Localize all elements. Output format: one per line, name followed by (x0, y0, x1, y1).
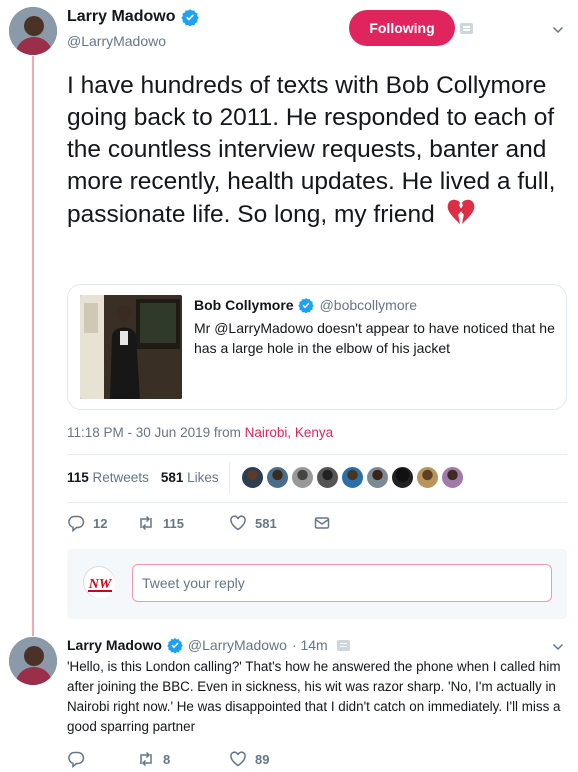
reply-input[interactable]: Tweet your reply (132, 564, 552, 602)
liker-avatar[interactable] (441, 466, 464, 489)
reply-button[interactable]: 12 (67, 514, 137, 532)
retweet-count: 115 (163, 515, 184, 531)
chevron-down-icon[interactable] (552, 641, 564, 653)
quoted-tweet-card[interactable]: Bob Collymore @bobcollymore Mr @LarryMad… (67, 284, 567, 410)
reply-author-handle[interactable]: @LarryMadowo (188, 637, 287, 653)
broken-heart-icon (447, 199, 474, 225)
liker-avatars (241, 466, 464, 489)
tweet-stats: 115 Retweets 581 Likes (67, 470, 219, 485)
retweets-count: 115 (67, 470, 89, 485)
avatar-initials: NW (88, 577, 113, 592)
tweet-timestamp: 11:18 PM - 30 Jun 2019 from Nairobi, Ken… (67, 425, 333, 440)
chevron-down-icon[interactable] (552, 24, 564, 36)
liker-avatar[interactable] (241, 466, 264, 489)
quoted-tweet-photo[interactable] (80, 295, 182, 399)
like-button[interactable]: 89 (229, 750, 313, 768)
liker-avatar[interactable] (291, 466, 314, 489)
following-button[interactable]: Following (349, 10, 455, 46)
reply-actions: 8 89 (67, 750, 313, 768)
message-icon[interactable] (460, 23, 473, 34)
retweets-label: Retweets (92, 470, 149, 485)
likes-count: 581 (160, 470, 184, 485)
likes-label: Likes (187, 470, 219, 485)
reply-author-avatar[interactable] (9, 637, 57, 685)
liker-avatar[interactable] (391, 466, 414, 489)
message-icon[interactable] (336, 639, 350, 651)
tweet-body: I have hundreds of texts with Bob Collym… (67, 72, 556, 228)
quoted-tweet-text: Mr @LarryMadowo doesn't appear to have n… (194, 320, 555, 356)
reply-time[interactable]: · 14m (292, 637, 328, 653)
reply-author-name[interactable]: Larry Madowo (67, 637, 162, 653)
verified-badge-icon (297, 298, 314, 313)
divider (67, 502, 567, 503)
verified-badge-icon (167, 638, 183, 653)
heart-icon (230, 515, 246, 531)
retweet-button[interactable]: 8 (137, 750, 229, 768)
reply-icon (68, 515, 85, 532)
like-count: 89 (255, 751, 270, 767)
reply-count: 12 (93, 515, 108, 531)
author-handle[interactable]: @LarryMadowo (67, 33, 166, 49)
stats-separator (229, 462, 230, 494)
like-button[interactable]: 581 (229, 514, 313, 532)
reply-text: 'Hello, is this London calling?' That's … (67, 659, 561, 734)
retweet-icon (140, 515, 152, 531)
timestamp-text: 11:18 PM - 30 Jun 2019 from (67, 425, 245, 440)
retweet-button[interactable]: 115 (137, 514, 229, 532)
liker-avatar[interactable] (366, 466, 389, 489)
retweets-stat[interactable]: 115 Retweets (67, 470, 149, 485)
retweet-icon (140, 751, 152, 767)
retweet-count: 8 (163, 751, 171, 767)
reply-icon (68, 751, 85, 768)
liker-avatar[interactable] (266, 466, 289, 489)
like-count: 581 (255, 515, 277, 531)
verified-badge-icon (181, 9, 200, 26)
quoted-author-name[interactable]: Bob Collymore (194, 297, 294, 313)
author-avatar[interactable] (9, 7, 57, 55)
liker-avatar[interactable] (316, 466, 339, 489)
heart-icon (230, 751, 246, 767)
envelope-icon (314, 517, 330, 529)
liker-avatar[interactable] (341, 466, 364, 489)
likes-stat[interactable]: 581 Likes (161, 470, 219, 485)
direct-message-button[interactable] (313, 514, 331, 532)
reply-composer: NW Tweet your reply (67, 549, 567, 619)
liker-avatar[interactable] (416, 466, 439, 489)
tweet-actions: 12 115 581 (67, 514, 331, 532)
tweet-text: I have hundreds of texts with Bob Collym… (67, 70, 567, 231)
reply-button[interactable] (67, 750, 137, 768)
thread-connector-line (32, 56, 34, 636)
location-link[interactable]: Nairobi, Kenya (245, 425, 334, 440)
quoted-author-handle[interactable]: @bobcollymore (320, 297, 417, 313)
current-user-avatar[interactable]: NW (83, 566, 115, 598)
divider (67, 454, 567, 455)
author-name[interactable]: Larry Madowo (67, 8, 175, 26)
